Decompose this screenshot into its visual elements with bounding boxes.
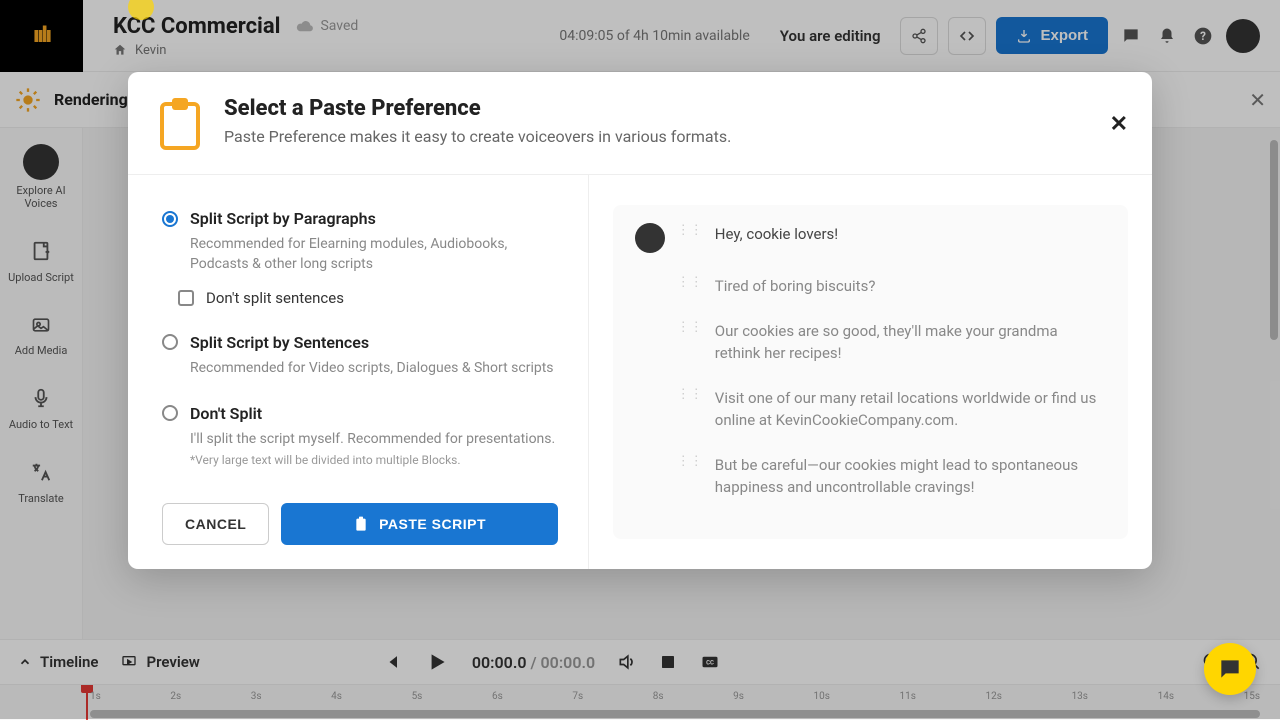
option-note: *Very large text will be divided into mu… xyxy=(190,453,558,467)
paste-label: PASTE SCRIPT xyxy=(379,516,486,532)
option-label: Don't Split xyxy=(190,404,262,423)
option-label: Split Script by Paragraphs xyxy=(190,209,376,228)
options-panel: Split Script by Paragraphs Recommended f… xyxy=(128,175,589,569)
modal-title: Select a Paste Preference xyxy=(224,96,731,121)
preview-line[interactable]: ⋮⋮ Visit one of our many retail location… xyxy=(677,387,1106,432)
checkbox-label: Don't split sentences xyxy=(206,289,344,307)
drag-handle-icon[interactable]: ⋮⋮ xyxy=(677,278,703,287)
modal-backdrop: Select a Paste Preference Paste Preferen… xyxy=(0,0,1280,719)
preview-card: ⋮⋮ Hey, cookie lovers! ⋮⋮ Tired of borin… xyxy=(613,205,1128,539)
modal-body: Split Script by Paragraphs Recommended f… xyxy=(128,175,1152,569)
drag-handle-icon[interactable]: ⋮⋮ xyxy=(677,457,703,466)
paste-icon xyxy=(353,515,369,533)
preview-text: But be careful—our cookies might lead to… xyxy=(715,454,1106,499)
modal-subtitle: Paste Preference makes it easy to create… xyxy=(224,127,731,146)
dont-split-checkbox[interactable]: Don't split sentences xyxy=(178,289,558,307)
checkbox-icon xyxy=(178,290,194,306)
preview-panel: ⋮⋮ Hey, cookie lovers! ⋮⋮ Tired of borin… xyxy=(589,175,1152,569)
preview-text: Tired of boring biscuits? xyxy=(715,275,876,298)
chat-fab[interactable] xyxy=(1204,643,1256,695)
modal-actions: CANCEL PASTE SCRIPT xyxy=(162,503,558,545)
option-desc: Recommended for Elearning modules, Audio… xyxy=(190,234,558,275)
clipboard-icon xyxy=(156,96,204,150)
preview-line[interactable]: ⋮⋮ Hey, cookie lovers! xyxy=(635,223,1106,253)
preview-line[interactable]: ⋮⋮ Our cookies are so good, they'll make… xyxy=(677,320,1106,365)
option-desc: I'll split the script myself. Recommende… xyxy=(190,429,558,449)
radio-selected[interactable] xyxy=(162,211,178,227)
option-desc: Recommended for Video scripts, Dialogues… xyxy=(190,358,558,378)
radio-unselected[interactable] xyxy=(162,405,178,421)
option-label: Split Script by Sentences xyxy=(190,333,369,352)
preview-text: Hey, cookie lovers! xyxy=(715,223,838,246)
preview-text: Our cookies are so good, they'll make yo… xyxy=(715,320,1106,365)
speaker-avatar xyxy=(635,223,665,253)
cancel-button[interactable]: CANCEL xyxy=(162,503,269,545)
paste-preference-modal: Select a Paste Preference Paste Preferen… xyxy=(128,72,1152,569)
option-sentences[interactable]: Split Script by Sentences Recommended fo… xyxy=(162,333,558,378)
modal-header: Select a Paste Preference Paste Preferen… xyxy=(128,72,1152,175)
paste-script-button[interactable]: PASTE SCRIPT xyxy=(281,503,557,545)
modal-close-button[interactable]: ✕ xyxy=(1110,112,1128,137)
option-paragraphs[interactable]: Split Script by Paragraphs Recommended f… xyxy=(162,209,558,307)
option-dont-split[interactable]: Don't Split I'll split the script myself… xyxy=(162,404,558,467)
drag-handle-icon[interactable]: ⋮⋮ xyxy=(677,226,703,235)
drag-handle-icon[interactable]: ⋮⋮ xyxy=(677,323,703,332)
preview-text: Visit one of our many retail locations w… xyxy=(715,387,1106,432)
radio-unselected[interactable] xyxy=(162,334,178,350)
preview-line[interactable]: ⋮⋮ But be careful—our cookies might lead… xyxy=(677,454,1106,499)
chat-bubble-icon xyxy=(1217,656,1243,682)
drag-handle-icon[interactable]: ⋮⋮ xyxy=(677,390,703,399)
preview-line[interactable]: ⋮⋮ Tired of boring biscuits? xyxy=(677,275,1106,298)
